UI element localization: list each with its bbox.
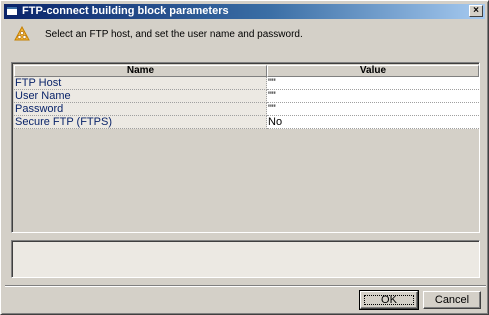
property-name[interactable]: Password: [14, 103, 267, 116]
button-separator: [5, 285, 486, 287]
cancel-button[interactable]: Cancel: [423, 291, 481, 309]
property-row-user-name[interactable]: User Name "": [14, 90, 479, 103]
close-button[interactable]: ×: [469, 5, 483, 17]
grid-body: FTP Host "" User Name "" Password "" Sec…: [14, 77, 479, 129]
dialog-window: FTP-connect building block parameters × …: [0, 0, 489, 315]
property-name[interactable]: User Name: [14, 90, 267, 103]
warning-triangle-icon: [14, 26, 30, 41]
property-row-password[interactable]: Password "": [14, 103, 479, 116]
property-value[interactable]: "": [267, 90, 479, 103]
property-row-ftp-host[interactable]: FTP Host "": [14, 77, 479, 90]
property-grid: Name Value FTP Host "" User Name "" Pass…: [11, 62, 480, 233]
description-panel: [11, 240, 480, 278]
window-icon: [6, 6, 18, 16]
property-value[interactable]: "": [267, 103, 479, 116]
property-name[interactable]: FTP Host: [14, 77, 267, 90]
title-bar[interactable]: FTP-connect building block parameters ×: [4, 4, 485, 19]
column-header-value[interactable]: Value: [267, 65, 479, 77]
instruction-text: Select an FTP host, and set the user nam…: [45, 29, 303, 40]
focus-rectangle: [364, 295, 414, 305]
column-header-name[interactable]: Name: [14, 65, 267, 77]
window-title: FTP-connect building block parameters: [22, 5, 229, 17]
property-row-secure-ftp[interactable]: Secure FTP (FTPS) No: [14, 116, 479, 129]
property-name[interactable]: Secure FTP (FTPS): [14, 116, 267, 129]
ok-button[interactable]: OK: [359, 290, 419, 310]
property-value[interactable]: No: [267, 116, 479, 129]
grid-header: Name Value: [14, 65, 479, 77]
property-value[interactable]: "": [267, 77, 479, 90]
